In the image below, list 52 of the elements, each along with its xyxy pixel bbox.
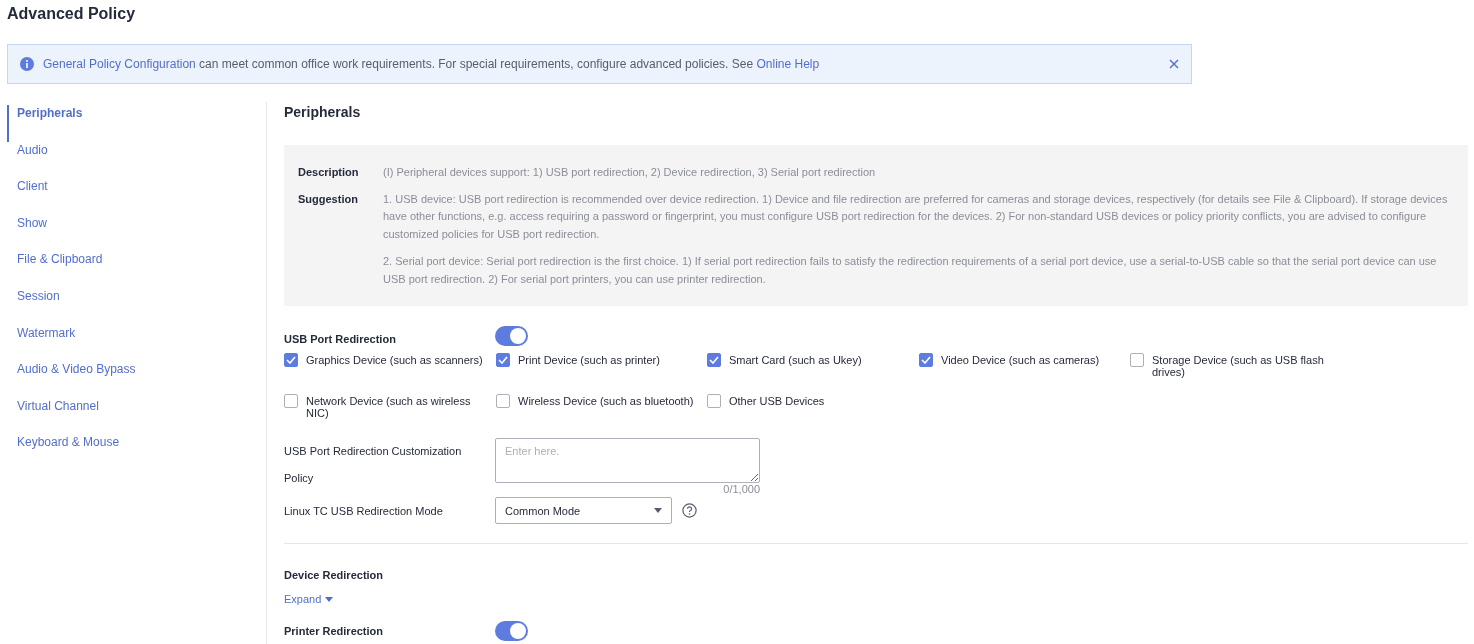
- field-label: Printer Redirection: [284, 625, 385, 637]
- info-paragraph: 2. Serial port device: Serial port redirection is the first choice. 1) If serial port redirection fails to satisfy the redirection requirements of a serial port device, use a serial-to-USB cable so that the serial port device can use USB port redirection. 2) For serial port printers, you can use printer redirection.: [383, 254, 1438, 287]
- checkbox-label: Graphics Device (such as scanners): [306, 353, 483, 366]
- checkbox-label: Print Device (such as printer): [518, 353, 660, 366]
- sidebar-item[interactable]: Watermark: [7, 324, 76, 362]
- sidebar-item[interactable]: Client: [7, 178, 48, 215]
- help-link[interactable]: General Policy Configuration: [43, 57, 196, 71]
- section-title: Peripherals: [284, 103, 362, 120]
- sidebar-item[interactable]: Audio & Video Bypass: [7, 361, 136, 398]
- info-label: Description: [298, 165, 360, 180]
- caret-icon: [325, 596, 334, 602]
- checkbox[interactable]: [919, 353, 933, 367]
- checkbox-label: Other USB Devices: [729, 394, 825, 407]
- checkbox-label: Storage Device (such as USB flash drives): [1152, 353, 1325, 378]
- sidebar-item[interactable]: Keyboard & Mouse: [7, 434, 120, 471]
- checkbox-label: Wireless Device (such as bluetooth): [518, 394, 694, 407]
- checkbox-label: Video Device (such as cameras): [941, 353, 1100, 366]
- field-label: Linux TC USB Redirection Mode: [284, 504, 444, 517]
- sidebar-item[interactable]: Audio: [7, 141, 48, 179]
- close-icon[interactable]: [1169, 59, 1179, 69]
- sidebar-item[interactable]: Virtual Channel: [7, 397, 99, 435]
- mode-dropdown[interactable]: Common Mode: [495, 497, 672, 524]
- checkbox[interactable]: [496, 353, 510, 367]
- field-label: USB Port Redirection Customization Policy: [284, 444, 463, 486]
- sidebar-item[interactable]: Session: [7, 287, 60, 325]
- character-counter: 0/1,000: [723, 483, 760, 495]
- toggle-switch[interactable]: [495, 326, 528, 346]
- help-link[interactable]: Online Help: [756, 57, 820, 71]
- info-paragraph: (I) Peripheral devices support: 1) USB port redirection, 2) Device redirection, 3) Serial port redirection: [383, 165, 877, 180]
- checkbox[interactable]: [707, 353, 721, 367]
- sidebar-item[interactable]: Show: [7, 214, 48, 252]
- field-label: USB Port Redirection: [284, 332, 397, 345]
- info-label: Suggestion: [298, 191, 359, 207]
- sidebar-item[interactable]: File & Clipboard: [7, 251, 103, 288]
- expand-link[interactable]: Expand: [284, 593, 334, 605]
- info-paragraph: 1. USB device: USB port redirection is recommended over device redirection. 1) Device and file redirection are preferred for cameras and storage devices, respectively (for details see File & Clipboard). If storage devices have other functions, e.g. access requiring a password or fingerprint, you must configure USB port redirection for the devices. 2) For non-standard USB devices or policy priority conflicts, you are advised to configure customized policies for USB port redirection.: [383, 191, 1449, 242]
- page-title: Advanced Policy: [7, 5, 137, 23]
- checkbox-label: Smart Card (such as Ukey): [729, 353, 862, 366]
- toggle-switch[interactable]: [495, 621, 528, 641]
- checkbox[interactable]: [496, 394, 510, 408]
- checkbox[interactable]: [1130, 353, 1144, 367]
- policy-input[interactable]: Enter here.: [495, 438, 760, 483]
- checkbox[interactable]: [284, 353, 298, 367]
- sidebar-item[interactable]: Peripherals: [7, 105, 83, 142]
- checkbox-label: Network Device (such as wireless NIC): [306, 394, 472, 419]
- info-icon: [20, 57, 34, 71]
- notice-text: General Policy Configuration can meet common office work requirements. For special requirements, configure advanced policies. See Online Help: [43, 57, 821, 71]
- checkbox[interactable]: [284, 394, 298, 408]
- field-label: Device Redirection: [284, 569, 385, 581]
- caret-icon: [654, 508, 662, 513]
- help-icon[interactable]: [682, 503, 697, 518]
- checkbox[interactable]: [707, 394, 721, 408]
